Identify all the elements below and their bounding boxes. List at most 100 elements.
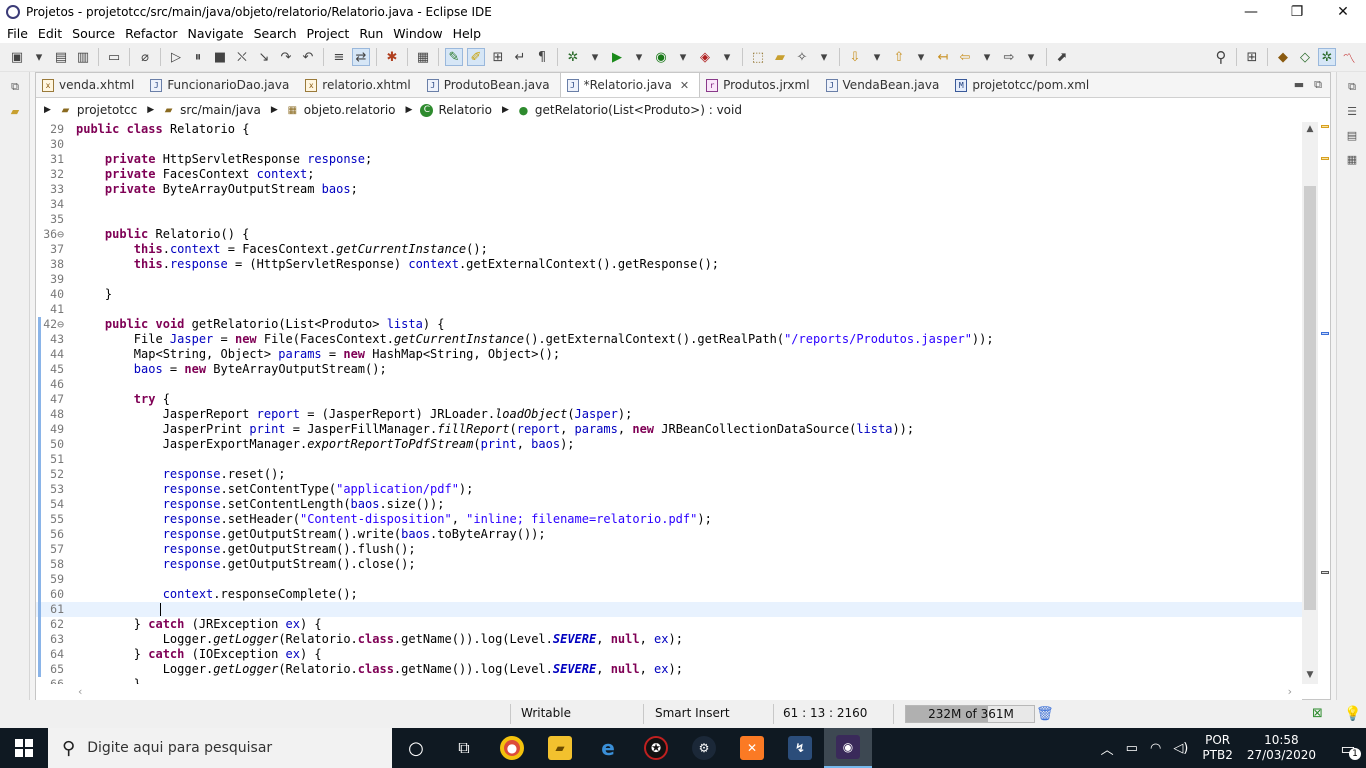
minimize-editor-icon[interactable]: ▬ — [1294, 78, 1304, 92]
code-line[interactable]: 53 response.setContentType("application/… — [36, 482, 1302, 497]
dropdown-icon[interactable]: ▾ — [978, 48, 996, 66]
code-line[interactable]: 64 } catch (IOException ex) { — [36, 647, 1302, 662]
code-line[interactable]: 44 Map<String, Object> params = new Hash… — [36, 347, 1302, 362]
code-line[interactable]: 30 — [36, 137, 1302, 152]
code-line[interactable]: 58 response.getOutputStream().close(); — [36, 557, 1302, 572]
dropdown-icon[interactable]: ▾ — [586, 48, 604, 66]
word-wrap-icon[interactable]: ↵ — [511, 48, 529, 66]
menu-project[interactable]: Project — [302, 26, 355, 41]
pen-icon[interactable]: ✐ — [467, 48, 485, 66]
servers-view-icon[interactable]: ▦ — [1342, 150, 1362, 168]
cursor-position[interactable]: 61 : 13 : 2160 — [783, 706, 867, 722]
warning-marker[interactable] — [1321, 157, 1329, 160]
insert-mode-status[interactable]: Smart Insert — [655, 706, 730, 722]
volume-icon[interactable]: ◁) — [1173, 741, 1188, 756]
last-edit-icon[interactable]: ↤ — [934, 48, 952, 66]
maximize-button[interactable]: ❐ — [1274, 0, 1320, 23]
dropdown-icon[interactable]: ▾ — [815, 48, 833, 66]
use-step-filters-icon[interactable]: ≡ — [330, 48, 348, 66]
breadcrumb-source-folder[interactable]: ▰ src/main/java — [162, 103, 261, 117]
code-editor[interactable]: 29 public class Relatorio {30 31 private H… — [36, 122, 1302, 684]
save-all-icon[interactable]: ▥ — [74, 48, 92, 66]
heap-status[interactable]: 232M of 361M — [905, 705, 1035, 723]
tab-pom-xml[interactable]: Mprojetotcc/pom.xml — [949, 73, 1099, 97]
search-tool-icon[interactable]: ✧ — [793, 48, 811, 66]
debug-bug-icon[interactable]: ✱ — [383, 48, 401, 66]
show-hidden-icons-icon[interactable]: ︿ — [1101, 739, 1114, 758]
menu-source[interactable]: Source — [67, 26, 120, 41]
code-line[interactable]: 65 Logger.getLogger(Relatorio.class.getN… — [36, 662, 1302, 677]
breadcrumb-class[interactable]: C Relatorio — [420, 103, 492, 117]
dropdown-icon[interactable]: ▾ — [674, 48, 692, 66]
code-line[interactable]: 54 response.setContentLength(baos.size()… — [36, 497, 1302, 512]
steam-icon[interactable]: ⚙ — [680, 728, 728, 768]
code-line[interactable]: 55 response.setHeader("Content-dispositi… — [36, 512, 1302, 527]
scroll-right-icon[interactable]: › — [1288, 685, 1292, 698]
menu-refactor[interactable]: Refactor — [120, 26, 182, 41]
toggle-mark-occurrences-icon[interactable]: ⇄ — [352, 48, 370, 66]
show-whitespace-icon[interactable]: ¶ — [533, 48, 551, 66]
scroll-down-icon[interactable]: ▼ — [1304, 670, 1316, 682]
code-line[interactable]: 50 JasperExportManager.exportReportToPdf… — [36, 437, 1302, 452]
pin-editor-icon[interactable]: ⬈ — [1053, 48, 1071, 66]
new-package-icon[interactable]: ⬚ — [749, 48, 767, 66]
wifi-icon[interactable]: ◠ — [1150, 741, 1161, 756]
tab-produtobean-java[interactable]: J ProdutoBean.java — [421, 73, 560, 97]
disconnect-icon[interactable]: ⛌ — [233, 48, 251, 66]
code-line[interactable]: 62 } catch (JRException ex) { — [36, 617, 1302, 632]
code-line[interactable]: 66 } — [36, 677, 1302, 684]
menu-window[interactable]: Window — [388, 26, 447, 41]
dropdown-icon[interactable]: ▾ — [30, 48, 48, 66]
xampp-icon[interactable]: ✕ — [728, 728, 776, 768]
code-line[interactable]: 48 JasperReport report = (JasperReport) … — [36, 407, 1302, 422]
menu-help[interactable]: Help — [448, 26, 487, 41]
breadcrumb-project[interactable]: ▰ projetotcc — [59, 103, 138, 117]
breadcrumb-method[interactable]: ● getRelatorio(List<Produto>) : void — [517, 103, 742, 117]
dropdown-icon[interactable]: ▾ — [630, 48, 648, 66]
code-line[interactable]: 36⊖ public Relatorio() { — [36, 227, 1302, 242]
suspend-icon[interactable]: ⏸ — [189, 48, 207, 66]
occurrence-marker[interactable] — [1321, 332, 1329, 335]
code-line[interactable]: 60 context.responseComplete(); — [36, 587, 1302, 602]
debug-perspective-icon[interactable]: ✲ — [1318, 48, 1336, 66]
open-perspective-icon[interactable]: ⊞ — [1243, 48, 1261, 66]
previous-annotation-icon[interactable]: ⇧ — [890, 48, 908, 66]
server-icon[interactable]: ▦ — [414, 48, 432, 66]
code-line[interactable]: 57 response.getOutputStream().flush(); — [36, 542, 1302, 557]
dropdown-icon[interactable]: ▾ — [718, 48, 736, 66]
sql-tool-icon[interactable]: ↯ — [776, 728, 824, 768]
dropdown-icon[interactable]: ▾ — [1022, 48, 1040, 66]
tab-relatorio-xhtml[interactable]: x relatorio.xhtml — [299, 73, 420, 97]
terminal-icon[interactable]: ▭ — [105, 48, 123, 66]
code-line[interactable]: 56 response.getOutputStream().write(baos… — [36, 527, 1302, 542]
coverage-icon[interactable]: ◉ — [652, 48, 670, 66]
task-view-icon[interactable]: ⧉ — [440, 728, 488, 768]
garbage-collect-icon[interactable]: 🗑 — [1036, 706, 1054, 722]
code-line[interactable]: 61 — [36, 602, 1302, 617]
tab-funcionariodao-java[interactable]: J FuncionarioDao.java — [144, 73, 299, 97]
code-line[interactable]: 52 response.reset(); — [36, 467, 1302, 482]
terminate-icon[interactable]: ■ — [211, 48, 229, 66]
taskbar-search[interactable]: ⚲ Digite aqui para pesquisar — [48, 728, 392, 768]
vertical-scrollbar[interactable]: ▲ ▼ — [1302, 122, 1318, 684]
code-line[interactable]: 47 try { — [36, 392, 1302, 407]
battery-icon[interactable]: ▭ — [1126, 741, 1138, 756]
cursor-marker[interactable] — [1321, 571, 1329, 574]
tab-relatorio-java[interactable]: J *Relatorio.java ✕ — [559, 72, 701, 97]
outline-icon[interactable]: ☰ — [1342, 102, 1362, 120]
package-explorer-icon[interactable]: ▰ — [5, 102, 25, 120]
highlight-icon[interactable]: ✎ — [445, 48, 463, 66]
java-ee-perspective-icon[interactable]: ◆ — [1274, 48, 1292, 66]
code-line[interactable]: 45 baos = new ByteArrayOutputStream(); — [36, 362, 1302, 377]
clock[interactable]: 10:58 27/03/2020 — [1247, 733, 1316, 763]
task-list-icon[interactable]: ▤ — [1342, 126, 1362, 144]
code-line[interactable]: 42⊖ public void getRelatorio(List<Produt… — [36, 317, 1302, 332]
action-center-button[interactable]: ▭ 1 — [1330, 728, 1366, 768]
code-line[interactable]: 39 — [36, 272, 1302, 287]
code-line[interactable]: 34 — [36, 197, 1302, 212]
step-over-icon[interactable]: ↷ — [277, 48, 295, 66]
cortana-icon[interactable]: ○ — [392, 728, 440, 768]
warning-marker[interactable] — [1321, 125, 1329, 128]
debug-run-icon[interactable]: ✲ — [564, 48, 582, 66]
start-button[interactable] — [0, 728, 48, 768]
